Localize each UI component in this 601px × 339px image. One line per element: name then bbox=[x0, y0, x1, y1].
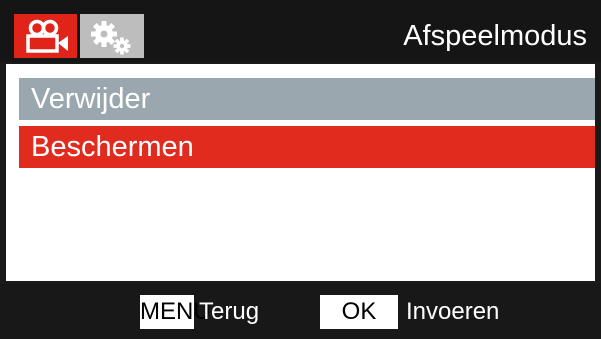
dashcam-screen: Afspeelmodus Verwijder Beschermen MENU T… bbox=[0, 0, 601, 339]
gears-icon bbox=[91, 21, 131, 55]
menu-item-verwijder[interactable]: Verwijder bbox=[19, 78, 595, 120]
enter-label: Invoeren bbox=[406, 298, 500, 325]
footer-bar: MENU Terug OK Invoeren bbox=[0, 283, 601, 339]
video-camera-icon bbox=[26, 19, 68, 53]
tab-video[interactable] bbox=[14, 14, 77, 58]
tab-settings[interactable] bbox=[80, 14, 144, 58]
back-label: Terug bbox=[199, 298, 260, 325]
menu-panel: Verwijder Beschermen bbox=[6, 64, 595, 281]
menu-item-beschermen[interactable]: Beschermen bbox=[19, 126, 595, 168]
menu-key[interactable]: MENU bbox=[140, 295, 211, 329]
page-title: Afspeelmodus bbox=[403, 20, 587, 52]
header-bar: Afspeelmodus bbox=[0, 0, 601, 62]
ok-key[interactable]: OK bbox=[320, 295, 398, 329]
